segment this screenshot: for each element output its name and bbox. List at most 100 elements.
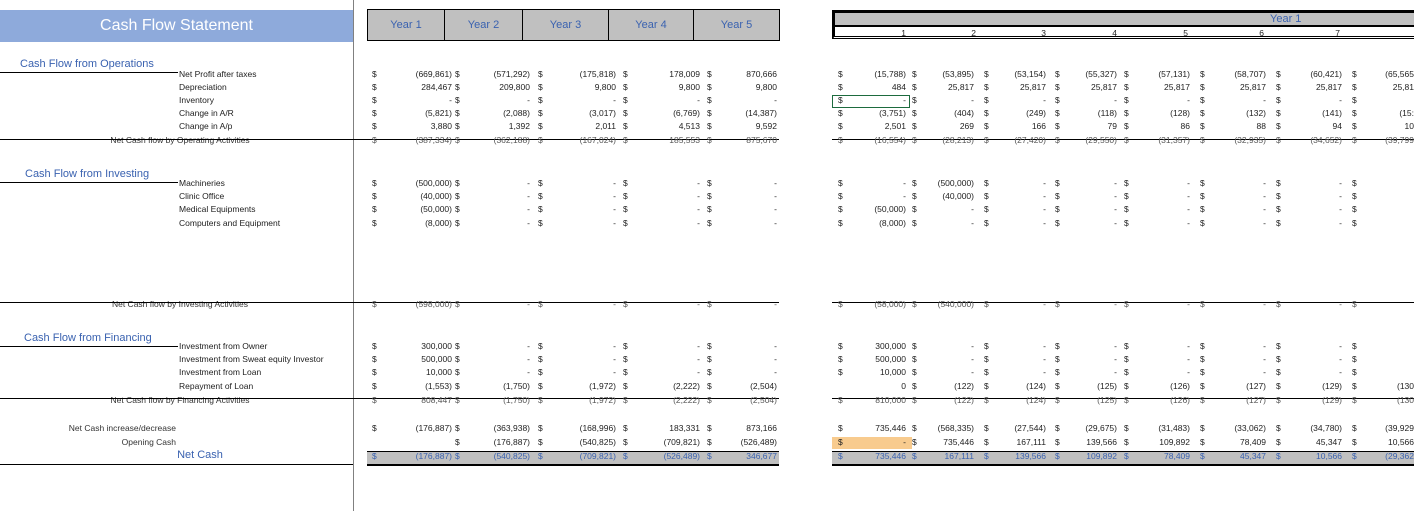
annual-cell-med[interactable]: (50,000)	[382, 204, 452, 214]
annual-cell-sweat[interactable]: 500,000	[382, 354, 452, 364]
monthly-cell-netcash[interactable]: 167,111	[904, 451, 974, 461]
monthly-cell-ap[interactable]: 166	[976, 121, 1046, 131]
annual-cell-netcash[interactable]: (526,489)	[630, 451, 700, 461]
monthly-cell-dep[interactable]: 25,817	[904, 82, 974, 92]
month-number-1[interactable]: 1	[886, 28, 906, 38]
annual-cell-opening[interactable]: (176,887)	[460, 437, 530, 447]
annual-cell-npat[interactable]: 870,666	[707, 69, 777, 79]
monthly-cell-loan[interactable]: -	[1272, 367, 1342, 377]
month-number-7[interactable]: 7	[1320, 28, 1340, 38]
monthly-cell-npat[interactable]: (57,131)	[1120, 69, 1190, 79]
monthly-cell-owner[interactable]: -	[1047, 341, 1117, 351]
monthly-cell-net_fin[interactable]: (130	[1344, 395, 1414, 405]
annual-cell-net_fin[interactable]: (2,504)	[707, 395, 777, 405]
monthly-cell-net_fin[interactable]: (125)	[1047, 395, 1117, 405]
monthly-cell-loan[interactable]: -	[1196, 367, 1266, 377]
monthly-cell-repay[interactable]: (122)	[904, 381, 974, 391]
annual-cell-ar[interactable]: (6,769)	[630, 108, 700, 118]
monthly-cell-loan[interactable]: -	[904, 367, 974, 377]
monthly-cell-ar[interactable]: (3,751)	[836, 108, 906, 118]
monthly-cell-dep[interactable]: 25,81	[1344, 82, 1414, 92]
monthly-cell-ap[interactable]: 86	[1120, 121, 1190, 131]
monthly-cell-ar[interactable]: (249)	[976, 108, 1046, 118]
monthly-cell-sweat[interactable]: -	[1120, 354, 1190, 364]
annual-cell-inv[interactable]: -	[546, 95, 616, 105]
monthly-cell-repay[interactable]: (127)	[1196, 381, 1266, 391]
month-number-6[interactable]: 6	[1244, 28, 1264, 38]
annual-cell-net_op[interactable]: (362,188)	[460, 135, 530, 145]
monthly-cell-clinic[interactable]: -	[836, 191, 906, 201]
annual-cell-clinic[interactable]: -	[546, 191, 616, 201]
monthly-cell-net_inv[interactable]: -	[1120, 299, 1190, 309]
annual-cell-loan[interactable]: -	[707, 367, 777, 377]
monthly-cell-clinic[interactable]: -	[1120, 191, 1190, 201]
annual-cell-dep[interactable]: 209,800	[460, 82, 530, 92]
annual-cell-npat[interactable]: 178,009	[630, 69, 700, 79]
annual-cell-net_fin[interactable]: (1,972)	[546, 395, 616, 405]
monthly-cell-net_inv[interactable]: -	[1272, 299, 1342, 309]
annual-cell-owner[interactable]: -	[546, 341, 616, 351]
annual-cell-comp[interactable]: -	[460, 218, 530, 228]
monthly-cell-opening[interactable]: 139,566	[1047, 437, 1117, 447]
annual-cell-med[interactable]: -	[707, 204, 777, 214]
monthly-cell-dep[interactable]: 25,817	[1047, 82, 1117, 92]
monthly-cell-comp[interactable]: -	[976, 218, 1046, 228]
monthly-cell-ap[interactable]: 2,501	[836, 121, 906, 131]
monthly-cell-ar[interactable]: (132)	[1196, 108, 1266, 118]
annual-cell-repay[interactable]: (2,222)	[630, 381, 700, 391]
monthly-cell-net_fin[interactable]: 810,000	[836, 395, 906, 405]
annual-cell-net_op[interactable]: 875,670	[707, 135, 777, 145]
monthly-cell-comp[interactable]: -	[1047, 218, 1117, 228]
annual-cell-clinic[interactable]: -	[707, 191, 777, 201]
monthly-cell-incdec[interactable]: (34,780)	[1272, 423, 1342, 433]
annual-cell-inv[interactable]: -	[460, 95, 530, 105]
monthly-cell-npat[interactable]: (53,895)	[904, 69, 974, 79]
monthly-cell-netcash[interactable]: 45,347	[1196, 451, 1266, 461]
monthly-cell-repay[interactable]: (124)	[976, 381, 1046, 391]
annual-cell-mach[interactable]: (500,000)	[382, 178, 452, 188]
monthly-cell-med[interactable]: -	[976, 204, 1046, 214]
monthly-cell-clinic[interactable]: -	[1196, 191, 1266, 201]
annual-cell-owner[interactable]: -	[707, 341, 777, 351]
annual-cell-net_fin[interactable]: 808,447	[382, 395, 452, 405]
monthly-cell-net_inv[interactable]: -	[1196, 299, 1266, 309]
monthly-cell-ar[interactable]: (128)	[1120, 108, 1190, 118]
annual-cell-opening[interactable]: (540,825)	[546, 437, 616, 447]
monthly-cell-opening[interactable]: 10,566	[1344, 437, 1414, 447]
monthly-cell-npat[interactable]: (58,707)	[1196, 69, 1266, 79]
monthly-cell-med[interactable]: -	[1272, 204, 1342, 214]
annual-cell-loan[interactable]: 10,000	[382, 367, 452, 377]
month-number-4[interactable]: 4	[1097, 28, 1117, 38]
monthly-cell-opening[interactable]: 735,446	[904, 437, 974, 447]
monthly-cell-loan[interactable]: 10,000	[836, 367, 906, 377]
year-header-3[interactable]: Year 3	[522, 9, 609, 41]
monthly-cell-opening[interactable]: 78,409	[1196, 437, 1266, 447]
annual-cell-comp[interactable]: -	[546, 218, 616, 228]
annual-cell-loan[interactable]: -	[460, 367, 530, 377]
monthly-cell-comp[interactable]: -	[1196, 218, 1266, 228]
monthly-cell-loan[interactable]: -	[1047, 367, 1117, 377]
monthly-cell-sweat[interactable]: -	[976, 354, 1046, 364]
monthly-cell-inv[interactable]: -	[1196, 95, 1266, 105]
monthly-cell-net_inv[interactable]: (540,000)	[904, 299, 974, 309]
annual-cell-inv[interactable]: -	[707, 95, 777, 105]
annual-cell-net_fin[interactable]: (2,222)	[630, 395, 700, 405]
monthly-cell-npat[interactable]: (15,788)	[836, 69, 906, 79]
annual-cell-mach[interactable]: -	[707, 178, 777, 188]
annual-cell-owner[interactable]: 300,000	[382, 341, 452, 351]
annual-cell-comp[interactable]: -	[630, 218, 700, 228]
monthly-cell-net_op[interactable]: (31,357)	[1120, 135, 1190, 145]
annual-cell-owner[interactable]: -	[630, 341, 700, 351]
monthly-cell-net_op[interactable]: (28,213)	[904, 135, 974, 145]
monthly-cell-dep[interactable]: 25,817	[1196, 82, 1266, 92]
monthly-cell-opening[interactable]: -	[836, 437, 906, 447]
monthly-cell-npat[interactable]: (60,421)	[1272, 69, 1342, 79]
monthly-cell-mach[interactable]: -	[1120, 178, 1190, 188]
monthly-cell-med[interactable]: -	[1120, 204, 1190, 214]
annual-cell-net_inv[interactable]: -	[546, 299, 616, 309]
monthly-cell-inv[interactable]: -	[904, 95, 974, 105]
annual-cell-dep[interactable]: 9,800	[630, 82, 700, 92]
monthly-cell-comp[interactable]: -	[1120, 218, 1190, 228]
annual-cell-netcash[interactable]: 346,677	[707, 451, 777, 461]
month-number-2[interactable]: 2	[956, 28, 976, 38]
